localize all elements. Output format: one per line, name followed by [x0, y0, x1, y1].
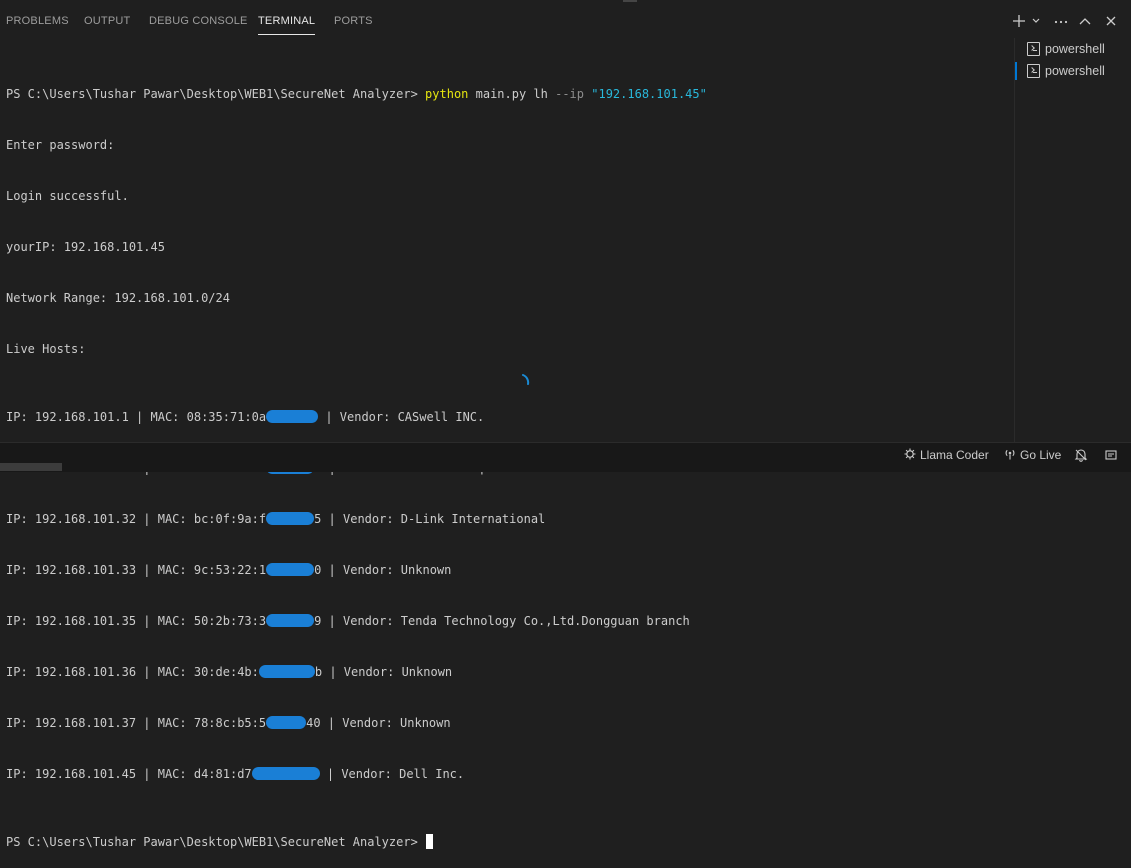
host-row: IP: 192.168.101.36 | MAC: 30:de:4b: b | V…	[6, 664, 1006, 681]
host-row: IP: 192.168.101.35 | MAC: 50:2b:73:3 9 | …	[6, 613, 1006, 630]
command-line: PS C:\Users\Tushar Pawar\Desktop\WEB1\Se…	[6, 86, 1006, 103]
redaction-mark	[251, 767, 320, 780]
tab-ports[interactable]: PORTS	[334, 4, 373, 38]
terminal-icon	[1027, 64, 1040, 78]
output-line: Network Range: 192.168.101.0/24	[6, 291, 230, 305]
host-row-end: | Vendor: Dell Inc.	[319, 767, 465, 781]
terminal-list-item[interactable]: powershell	[1023, 38, 1131, 60]
host-row-start: IP: 192.168.101.33 | MAC: 9c:53:22:1	[6, 563, 267, 577]
host-row-end: 9 | Vendor: Tenda Technology Co.,Ltd.Don…	[314, 614, 690, 628]
tab-problems[interactable]: PROBLEMS	[6, 4, 69, 38]
loading-spinner-icon	[520, 373, 534, 387]
tab-debug-console[interactable]: DEBUG CONSOLE	[149, 4, 248, 38]
command-program: python	[425, 87, 469, 101]
terminal-list-label: powershell	[1045, 64, 1105, 78]
redaction-mark	[266, 410, 319, 423]
current-prompt-line[interactable]: PS C:\Users\Tushar Pawar\Desktop\WEB1\Se…	[6, 834, 1006, 851]
chevron-down-icon[interactable]	[1031, 12, 1041, 30]
host-row-end: b | Vendor: Unknown	[314, 665, 453, 679]
host-row-end: 5 | Vendor: D-Link International	[314, 512, 546, 526]
command-flag: --ip	[555, 87, 585, 101]
terminal-list-item-selected[interactable]: powershell	[1015, 60, 1131, 82]
terminal-list-label: powershell	[1045, 42, 1105, 56]
host-row-start: IP: 192.168.101.36 | MAC: 30:de:4b:	[6, 665, 259, 679]
gear-icon	[904, 443, 916, 467]
prompt: PS C:\Users\Tushar Pawar\Desktop\WEB1\Se…	[6, 835, 418, 849]
output-line: Login successful.	[6, 189, 129, 203]
status-item-go-live[interactable]: Go Live	[1004, 443, 1061, 471]
command-args: main.py lh	[468, 87, 556, 101]
host-row-end: 40 | Vendor: Unknown	[306, 716, 451, 730]
host-row: IP: 192.168.101.37 | MAC: 78:8c:b5:5 40 |…	[6, 715, 1006, 732]
tab-output[interactable]: OUTPUT	[84, 4, 130, 38]
status-item-unknown-icon[interactable]	[1104, 443, 1118, 471]
host-row: IP: 192.168.101.45 | MAC: d4:81:d7 | Ven…	[6, 766, 1006, 783]
status-label: Llama Coder	[920, 448, 989, 462]
prompt: PS C:\Users\Tushar Pawar\Desktop\WEB1\Se…	[6, 87, 418, 101]
host-row: IP: 192.168.101.32 | MAC: bc:0f:9a:f 5 | …	[6, 511, 1006, 528]
host-row: IP: 192.168.101.33 | MAC: 9c:53:22:1 0 | …	[6, 562, 1006, 579]
redaction-mark	[266, 563, 315, 576]
host-row-start: IP: 192.168.101.45 | MAC: d4:81:d7	[6, 767, 252, 781]
host-row-start: IP: 192.168.101.32 | MAC: bc:0f:9a:f	[6, 512, 267, 526]
output-line: yourIP: 192.168.101.45	[6, 240, 165, 254]
status-item-llama-coder[interactable]: Llama Coder	[904, 443, 989, 471]
redaction-mark	[266, 716, 307, 729]
text-cursor	[426, 834, 434, 849]
host-row-start: IP: 192.168.101.37 | MAC: 78:8c:b5:5	[6, 716, 267, 730]
bell-icon[interactable]	[1074, 443, 1088, 471]
status-bar: Llama Coder Go Live	[0, 442, 1131, 472]
tab-terminal[interactable]: TERMINAL	[258, 4, 316, 38]
more-actions-icon[interactable]	[1053, 12, 1069, 30]
host-row-start: IP: 192.168.101.35 | MAC: 50:2b:73:3	[6, 614, 267, 628]
status-bar-remote-stub	[0, 463, 62, 471]
maximize-panel-icon[interactable]	[1078, 12, 1092, 30]
output-line: Enter password:	[6, 138, 115, 152]
host-row: IP: 192.168.101.1 | MAC: 08:35:71:0a | V…	[6, 409, 1006, 426]
redaction-mark	[266, 614, 315, 627]
broadcast-icon	[1004, 443, 1016, 467]
terminal-icon	[1027, 42, 1040, 56]
host-row-end: 0 | Vendor: Unknown	[314, 563, 452, 577]
status-label: Go Live	[1020, 448, 1062, 462]
add-terminal-icon[interactable]	[1012, 12, 1026, 30]
terminal-list: powershell powershell	[1014, 38, 1131, 446]
host-row-end: | Vendor: CASwell INC.	[318, 410, 485, 424]
redaction-mark	[258, 665, 315, 678]
sash-indicator	[623, 0, 637, 2]
command-value: "192.168.101.45"	[591, 87, 707, 101]
panel-tab-bar: PROBLEMS OUTPUT DEBUG CONSOLE TERMINAL P…	[0, 4, 1131, 38]
redaction-mark	[266, 512, 315, 525]
output-line: Live Hosts:	[6, 342, 86, 356]
host-row-start: IP: 192.168.101.1 | MAC: 08:35:71:0a	[6, 410, 267, 424]
close-panel-icon[interactable]	[1104, 12, 1118, 30]
